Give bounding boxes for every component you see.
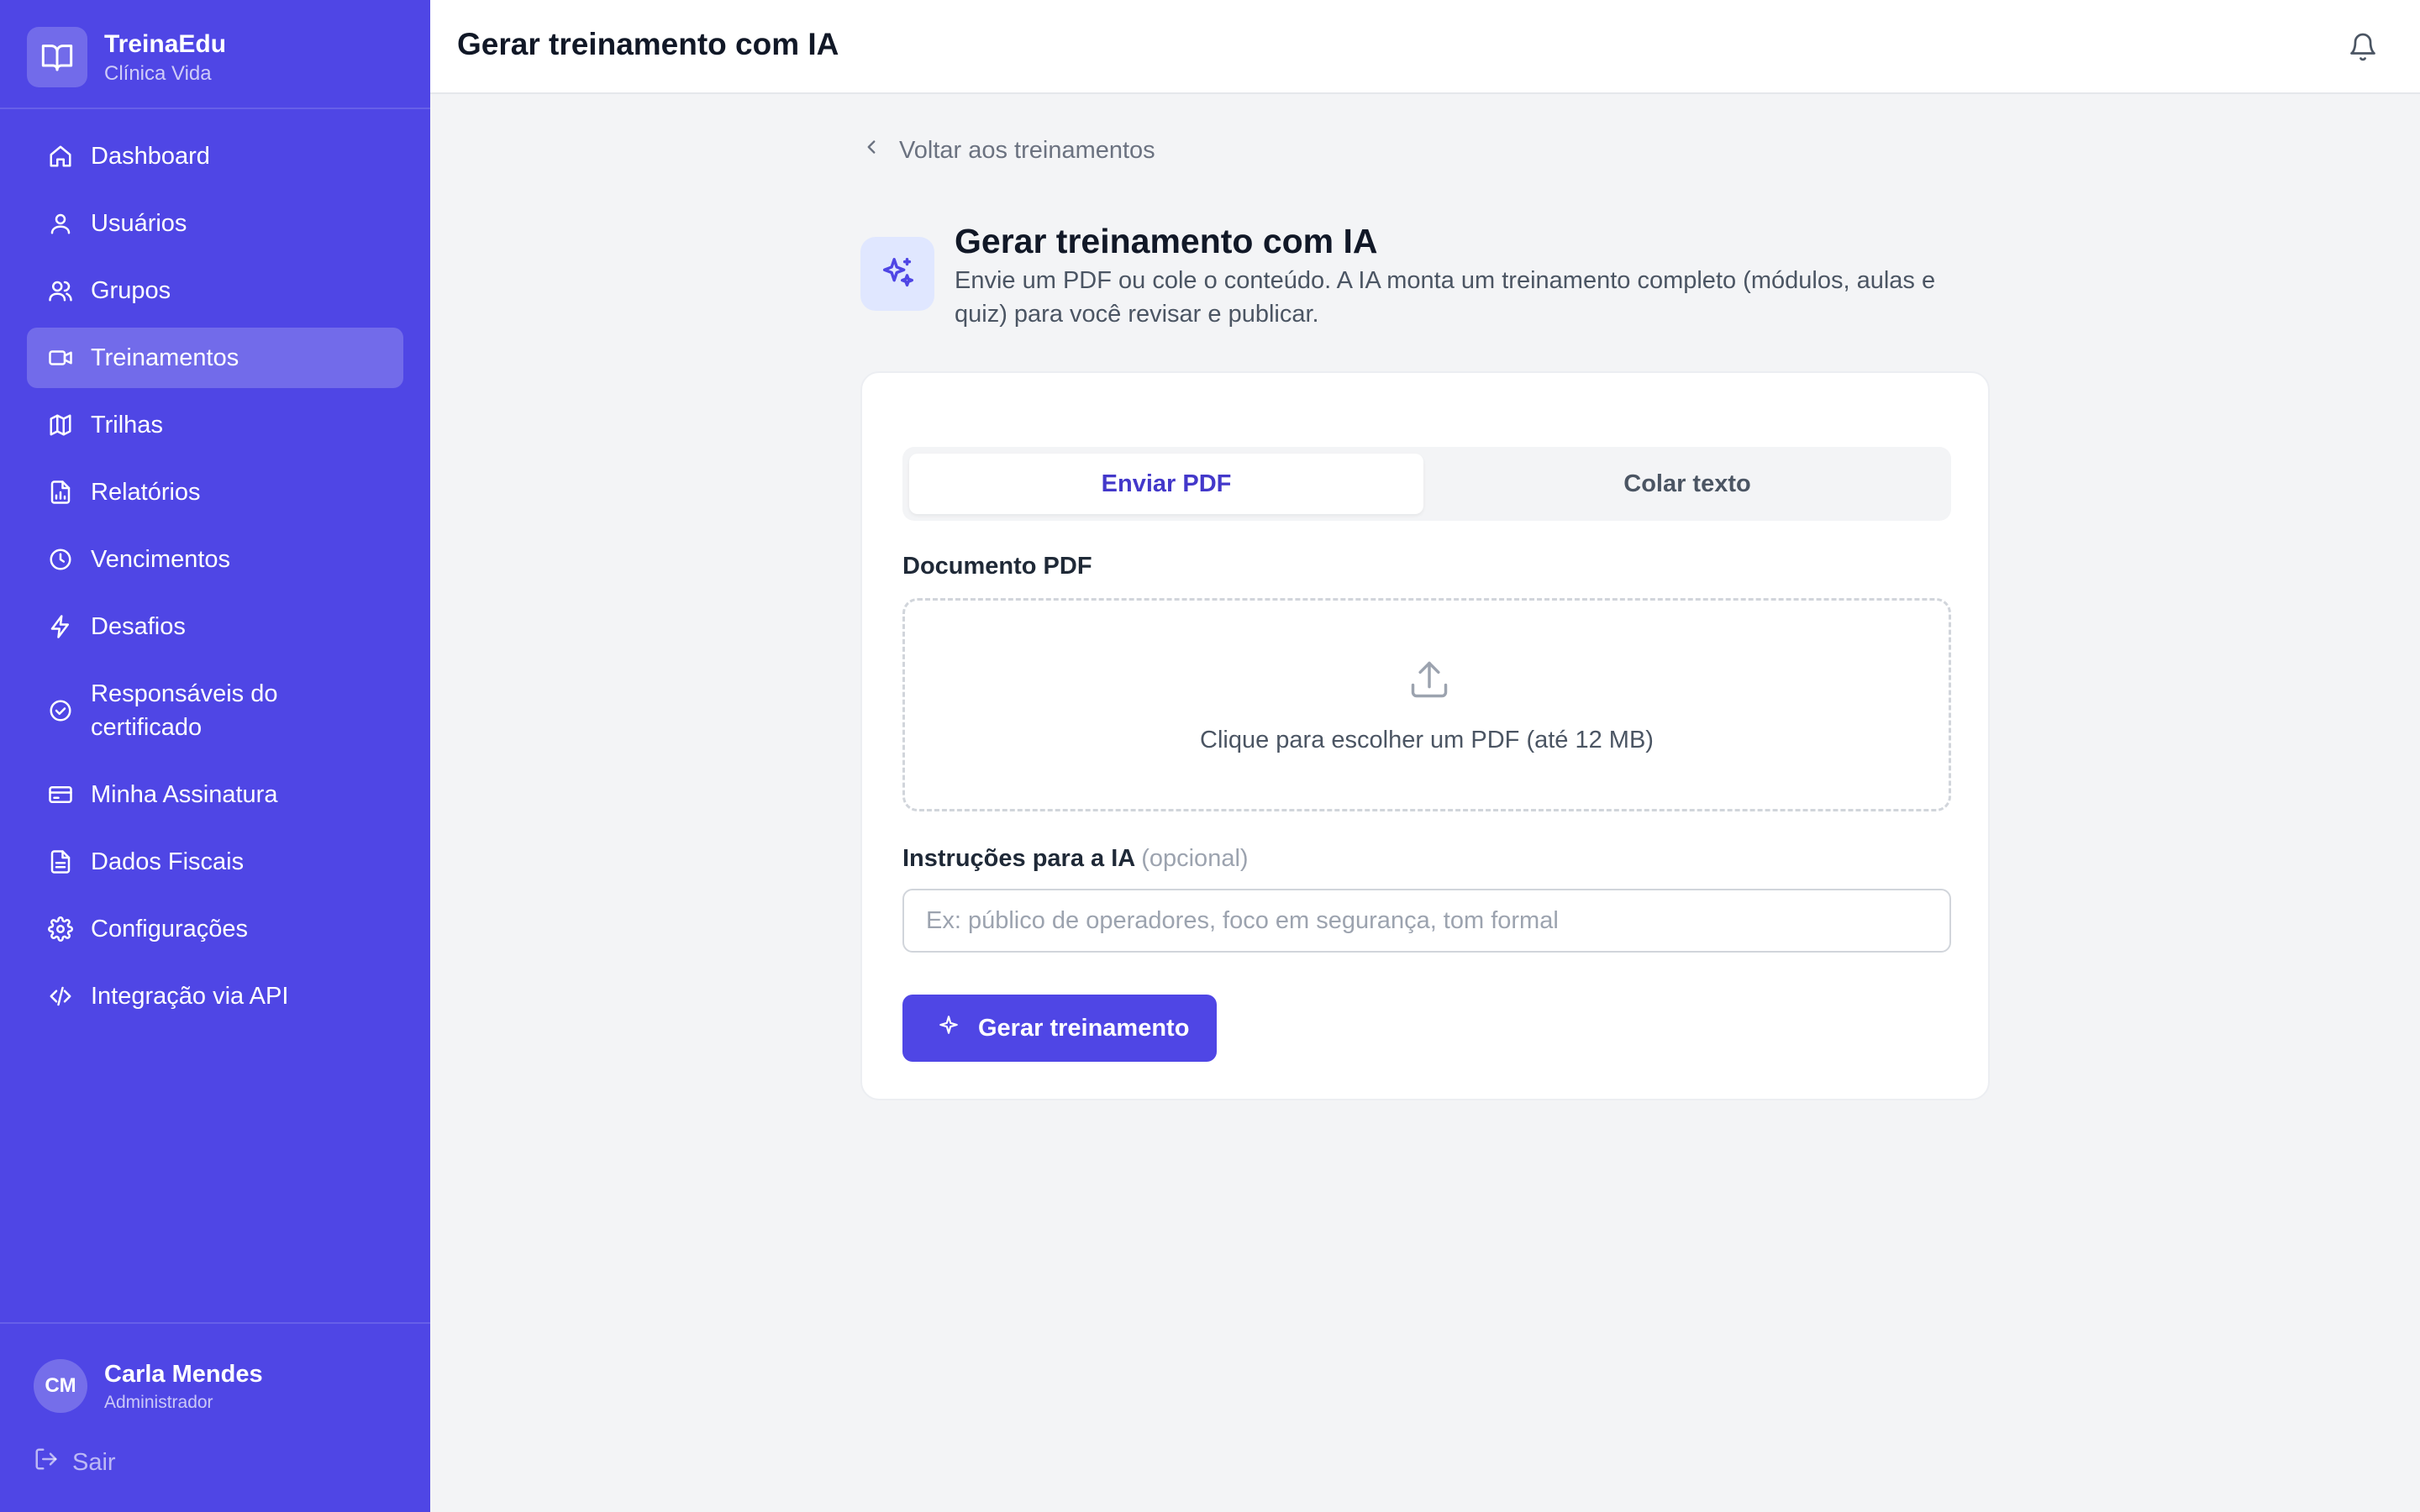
sidebar-item-grupos[interactable]: Grupos (27, 260, 403, 321)
sidebar-item-minha-assinatura[interactable]: Minha Assinatura (27, 764, 403, 825)
sidebar-item-label: Vencimentos (91, 546, 231, 573)
sidebar-item-label: Responsáveis do certificado (91, 680, 278, 741)
generate-training-button[interactable]: Gerar treinamento (902, 995, 1217, 1062)
credit-card-icon (47, 781, 74, 808)
sidebar-item-vencimentos[interactable]: Vencimentos (27, 529, 403, 590)
sidebar-item-treinamentos[interactable]: Treinamentos (27, 328, 403, 388)
brand: TreinaEdu Clínica Vida (0, 0, 430, 109)
book-open-icon (27, 27, 87, 87)
badge-check-icon (47, 697, 74, 724)
sparkles-icon (860, 237, 934, 311)
sidebar-item-usuarios[interactable]: Usuários (27, 193, 403, 254)
avatar[interactable]: CM (34, 1359, 87, 1413)
sidebar-item-integracao-api[interactable]: Integração via API (27, 966, 403, 1026)
file-chart-icon (47, 479, 74, 506)
sidebar-item-dados-fiscais[interactable]: Dados Fiscais (27, 832, 403, 892)
sidebar-item-label: Treinamentos (91, 344, 239, 371)
sidebar-item-label: Relatórios (91, 479, 201, 506)
sparkle-icon (938, 1014, 960, 1042)
sidebar-item-label: Configurações (91, 916, 248, 942)
home-icon (47, 143, 74, 170)
clock-icon (47, 546, 74, 573)
back-link[interactable]: Voltar aos treinamentos (860, 136, 1155, 165)
sidebar-item-desafios[interactable]: Desafios (27, 596, 403, 657)
logout-label: Sair (72, 1448, 116, 1476)
video-icon (47, 344, 74, 371)
user-name: Carla Mendes (104, 1361, 263, 1388)
sidebar-item-label: Integração via API (91, 983, 289, 1010)
page-title: Gerar treinamento com IA (955, 222, 1378, 260)
optional-hint: (opcional) (1141, 845, 1249, 872)
zap-icon (47, 613, 74, 640)
dropzone-text: Clique para escolher um PDF (até 12 MB) (1200, 727, 1654, 753)
bell-icon[interactable] (2346, 30, 2380, 64)
file-text-icon (47, 848, 74, 875)
sidebar-nav: Dashboard Usuários Grupos Treinamentos T… (27, 126, 403, 1033)
pdf-dropzone[interactable]: Clique para escolher um PDF (até 12 MB) (902, 598, 1951, 811)
code-icon (47, 983, 74, 1010)
source-tabs: Enviar PDF Colar texto (902, 447, 1951, 521)
gear-icon (47, 916, 74, 942)
back-link-label: Voltar aos treinamentos (899, 136, 1155, 164)
logout-icon (34, 1446, 59, 1478)
sidebar-item-label: Desafios (91, 613, 186, 640)
sidebar: TreinaEdu Clínica Vida Dashboard Usuário… (0, 0, 430, 1512)
header-title: Gerar treinamento com IA (457, 27, 839, 61)
logout-button[interactable]: Sair (34, 1446, 116, 1478)
sidebar-item-label: Usuários (91, 210, 187, 237)
map-icon (47, 412, 74, 438)
sidebar-item-responsaveis-certificado[interactable]: Responsáveis do certificado (27, 664, 403, 758)
instructions-field-label: Instruções para a IA (opcional) (902, 845, 1249, 873)
users-icon (47, 277, 74, 304)
sidebar-item-label: Grupos (91, 277, 171, 304)
sidebar-item-label: Dados Fiscais (91, 848, 245, 875)
sidebar-item-relatorios[interactable]: Relatórios (27, 462, 403, 522)
instructions-label-text: Instruções para a IA (902, 845, 1135, 872)
top-header: Gerar treinamento com IA (430, 0, 2420, 94)
user-panel: CM Carla Mendes Administrador Sair (0, 1322, 430, 1512)
sidebar-item-dashboard[interactable]: Dashboard (27, 126, 403, 186)
tab-enviar-pdf[interactable]: Enviar PDF (909, 454, 1423, 514)
page-description: Envie um PDF ou cole o conteúdo. A IA mo… (955, 267, 1936, 328)
user-role: Administrador (104, 1393, 213, 1412)
sidebar-item-label: Trilhas (91, 412, 163, 438)
chevron-left-icon (860, 136, 882, 165)
sidebar-item-label: Dashboard (91, 143, 210, 170)
brand-name: TreinaEdu (104, 30, 227, 58)
upload-icon (1407, 658, 1451, 701)
tab-colar-texto[interactable]: Colar texto (1430, 454, 1944, 514)
generate-training-label: Gerar treinamento (978, 1014, 1190, 1042)
user-icon (47, 210, 74, 237)
brand-subtitle: Clínica Vida (104, 62, 212, 85)
instructions-input[interactable] (902, 889, 1951, 953)
generate-form-card: Enviar PDF Colar texto Documento PDF Cli… (860, 371, 1990, 1100)
sidebar-item-label: Minha Assinatura (91, 781, 278, 808)
pdf-field-label: Documento PDF (902, 553, 1092, 580)
sidebar-item-configuracoes[interactable]: Configurações (27, 899, 403, 959)
sidebar-item-trilhas[interactable]: Trilhas (27, 395, 403, 455)
